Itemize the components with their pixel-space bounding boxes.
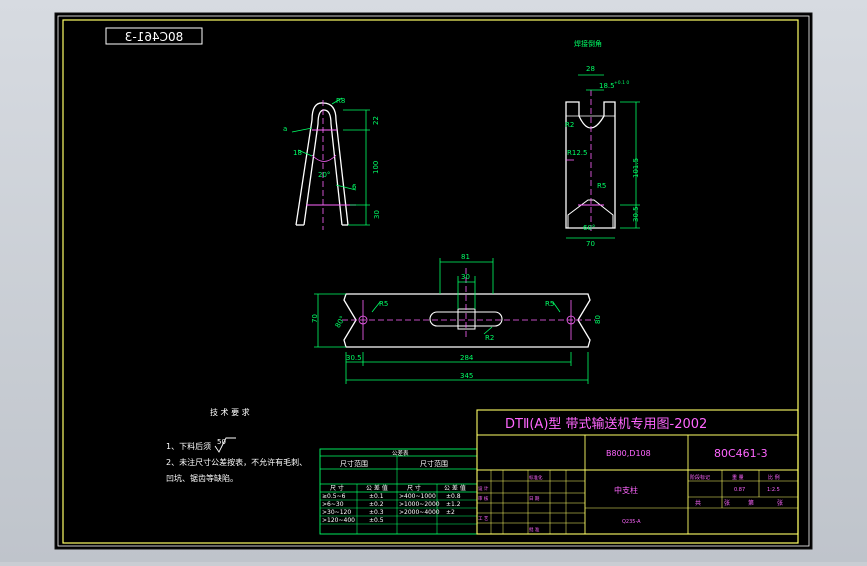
tb-approver: 批 准 [529,526,540,533]
v1-30: 30 [373,210,381,219]
notes-line1: 1、下料后须 [166,441,211,451]
tb-designer: 设 计 [478,485,489,492]
v1-18: 18 [293,149,302,157]
tb-checker: 审 核 [478,495,489,502]
v3-30: 30 [461,273,470,281]
v2-r125: R12.5 [567,149,587,157]
tol-sub-a: 尺 寸 [330,484,344,492]
v2-60deg: 60° [583,224,595,232]
tol-cell: ±0.5 [369,517,384,524]
v1-a: a [283,125,287,133]
v1-20deg: 20° [318,171,330,179]
v3-81: 81 [461,253,470,261]
tol-sub-d: 公 差 值 [444,484,466,492]
v3-80r: 80 [594,315,602,324]
v1-6: 6 [352,183,357,191]
tb-scale: 1:2.5 [767,487,780,493]
v2-185: 18.5 [599,82,615,90]
v3-345: 345 [460,372,473,380]
v2-r5: R5 [597,182,606,190]
v2-305: 30.5 [632,206,640,222]
tb-proc: 工 艺 [478,516,489,522]
v3-r5l: R5 [379,300,388,308]
v2-r2: R2 [565,121,574,129]
tol-cell: >30~120 [322,509,351,516]
roughness-value: 50 [217,438,226,446]
tol-header-left: 尺寸范围 [340,459,368,468]
tol-cell: >120~400 [322,517,355,524]
v2-label: 焊接倒角 [574,39,602,48]
tol-cell: ±0.1 [369,493,384,500]
tol-sub-b: 公 差 值 [366,484,388,492]
tb-spec: B800,D108 [606,449,651,458]
v1-22: 22 [372,116,380,125]
tol-sub-c: 尺 寸 [407,484,421,492]
tb-standard: 标准化 [529,474,543,481]
tol-cell: ±0.8 [446,493,461,500]
tol-header-right: 尺寸范围 [420,459,448,468]
tol-cell: ±2 [446,509,455,516]
v2-70: 70 [586,240,595,248]
v3-70: 70 [311,314,319,323]
tb-sheet-d: 张 [777,499,783,507]
notes-line2: 2、未注尺寸公差按表，不允许有毛刺、 [166,457,307,467]
tb-sheet-a: 共 [695,499,701,507]
tol-cell: >400~1000 [399,493,436,500]
v2-28: 28 [586,65,595,73]
drawing-background [54,12,813,550]
v1-r8: R8 [336,97,345,105]
tb-sheet-c: 第 [748,499,754,507]
tb-date: 日 期 [529,496,540,502]
notes-title: 技 术 要 求 [210,407,250,417]
tol-cell: >6~30 [322,501,344,508]
tb-scale-label: 比 例 [768,474,780,481]
tol-cell: ±0.3 [369,509,384,516]
tb-title: DTⅡ(A)型 带式输送机专用图-2002 [505,416,707,432]
v2-tol: +0.1 0 [614,80,629,86]
v1-100: 100 [372,161,380,174]
tol-cell: >1000~2000 [399,501,440,508]
tol-title: 公差表 [392,449,409,457]
tb-mass-label: 重 量 [732,474,744,481]
v3-284: 284 [460,354,474,362]
tb-stage-label: 阶段标记 [690,474,710,481]
notes-line3: 凹坑、锯齿等缺陷。 [166,473,238,483]
tol-cell: ±0.2 [369,501,384,508]
drawing-canvas[interactable]: 80C461-3 R8 a 18 22 100 20° 6 30 焊接倒角 28… [0,0,867,562]
v2-1015: 101.5 [632,158,640,178]
tol-cell: ≥0.5~6 [322,493,346,500]
tol-cell: >2000~4000 [399,509,440,516]
tb-mass: 0.87 [734,487,745,493]
stamp-text: 80C461-3 [125,30,184,44]
tb-sheet-b: 张 [724,499,730,507]
cad-viewer: 80C461-3 R8 a 18 22 100 20° 6 30 焊接倒角 28… [0,0,867,562]
tb-material: Q235-A [622,519,641,525]
tb-part-name: 中支柱 [614,485,638,495]
tol-cell: ±1.2 [446,501,461,508]
v3-r2: R2 [485,334,494,342]
v3-r5r: R5 [545,300,554,308]
v3-305: 30.5 [346,354,362,362]
tb-drawing-no: 80C461-3 [714,447,768,460]
